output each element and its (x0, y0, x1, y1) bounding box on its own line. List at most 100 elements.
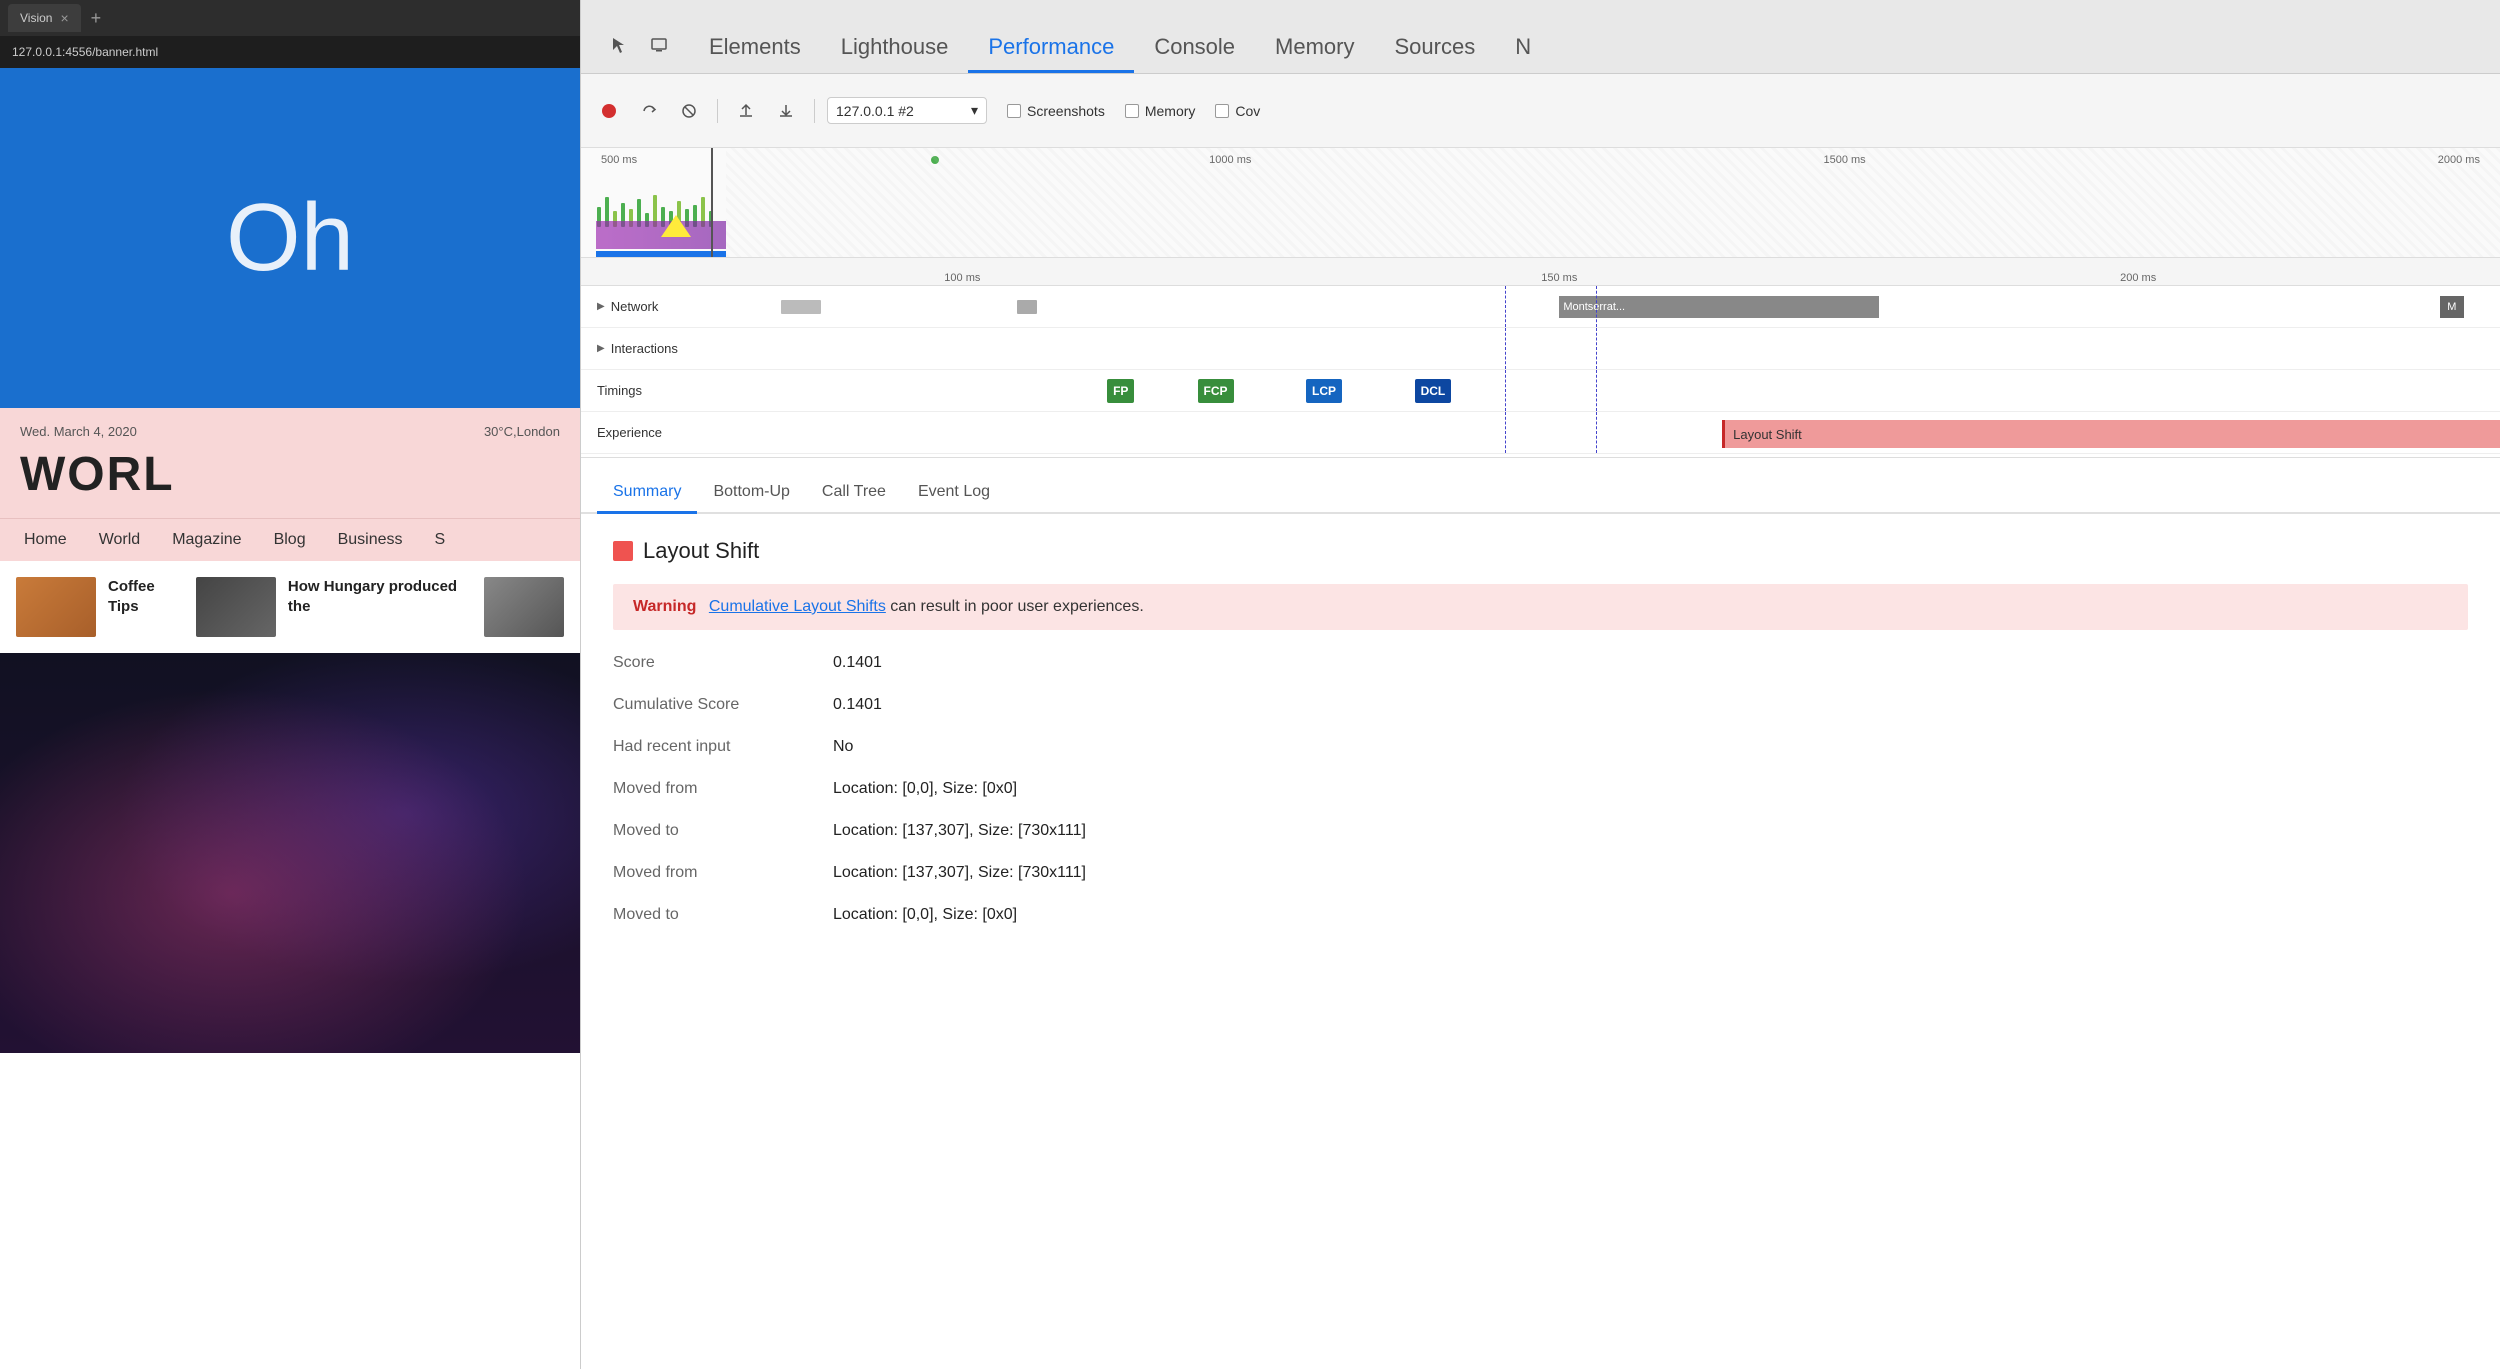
memory-checkbox[interactable] (1125, 104, 1139, 118)
news-date: Wed. March 4, 2020 (20, 424, 137, 439)
browser-tab[interactable]: Vision × (8, 4, 81, 32)
coverage-checkbox[interactable] (1215, 104, 1229, 118)
dashed-line-7 (1505, 412, 1506, 453)
hero-text: Oh (226, 183, 354, 293)
dashed-line-6 (1596, 370, 1597, 411)
devtools-tab-bar: Elements Lighthouse Performance Console … (581, 0, 2500, 74)
profile-label: 127.0.0.1 #2 (836, 103, 914, 119)
tab-event-log[interactable]: Event Log (902, 475, 1006, 514)
moved-to-2-value: Location: [0,0], Size: [0x0] (833, 906, 1017, 924)
warning-banner: Warning Cumulative Layout Shifts can res… (613, 584, 2468, 630)
screenshots-checkbox[interactable] (1007, 104, 1021, 118)
address-text: 127.0.0.1:4556/banner.html (12, 45, 158, 59)
interactions-chevron[interactable]: ▶ (597, 343, 605, 354)
warning-link[interactable]: Cumulative Layout Shifts (709, 598, 886, 615)
tab-call-tree[interactable]: Call Tree (806, 475, 902, 514)
nav-home[interactable]: Home (24, 531, 67, 549)
score-value: 0.1401 (833, 654, 882, 672)
memory-option[interactable]: Memory (1125, 103, 1196, 119)
tab-sources[interactable]: Sources (1375, 26, 1496, 73)
hero-section: Oh (0, 68, 580, 408)
selection-bar (596, 251, 726, 257)
coverage-option[interactable]: Cov (1215, 103, 1260, 119)
cumulative-score-row: Cumulative Score 0.1401 (613, 696, 2468, 714)
cumulative-score-value: 0.1401 (833, 696, 882, 714)
profile-selector[interactable]: 127.0.0.1 #2 ▾ (827, 97, 987, 124)
address-bar: 127.0.0.1:4556/banner.html (0, 36, 580, 68)
section-gap-2 (613, 730, 2468, 738)
moved-from-1-row: Moved from Location: [0,0], Size: [0x0] (613, 780, 2468, 798)
news-headline: WORL (20, 447, 560, 502)
dashed-line-2 (1596, 286, 1597, 327)
article-title-1: Coffee Tips (108, 577, 180, 616)
tab-lighthouse[interactable]: Lighthouse (821, 26, 969, 73)
article-thumb-2 (196, 577, 276, 637)
timings-row-label: Timings (581, 383, 691, 398)
dashed-line-8 (1596, 412, 1597, 453)
moved-to-2-row: Moved to Location: [0,0], Size: [0x0] (613, 906, 2468, 924)
minimap: 500 ms 1000 ms 1500 ms 2000 ms (581, 148, 2500, 257)
tab-n[interactable]: N (1495, 26, 1551, 73)
tab-performance[interactable]: Performance (968, 26, 1134, 73)
screenshots-option[interactable]: Screenshots (1007, 103, 1105, 119)
layout-shift-icon (613, 541, 633, 561)
timeline-row-experience: Experience Layout Shift (581, 412, 2500, 454)
moved-from-1-value: Location: [0,0], Size: [0x0] (833, 780, 1017, 798)
new-tab-icon[interactable]: + (85, 8, 108, 29)
upload-button[interactable] (730, 95, 762, 127)
nav-magazine[interactable]: Magazine (172, 531, 241, 549)
timings-track: FP FCP LCP DCL (691, 370, 2500, 411)
article-card-3 (484, 577, 564, 637)
device-icon[interactable] (641, 27, 677, 63)
refresh-button[interactable] (633, 95, 665, 127)
recent-input-value: No (833, 738, 853, 756)
tab-console[interactable]: Console (1134, 26, 1255, 73)
browser-content: Vision × + 127.0.0.1:4556/banner.html Oh… (0, 0, 580, 1369)
article-card-1: Coffee Tips (16, 577, 180, 637)
bottom-image (0, 653, 580, 1053)
tab-memory[interactable]: Memory (1255, 26, 1374, 73)
download-button[interactable] (770, 95, 802, 127)
analysis-content: Layout Shift Warning Cumulative Layout S… (581, 514, 2500, 1369)
timeline-row-network: ▶ Network Montserrat... M (581, 286, 2500, 328)
cursor-icon[interactable] (601, 27, 637, 63)
nav-more[interactable]: S (435, 531, 446, 549)
section-gap-6 (613, 898, 2468, 906)
nav-world[interactable]: World (99, 531, 141, 549)
moved-to-1-label: Moved to (613, 822, 833, 840)
ruler-100ms: 100 ms (944, 272, 980, 284)
interactions-row-label: ▶ Interactions (581, 341, 691, 356)
moved-to-1-row: Moved to Location: [137,307], Size: [730… (613, 822, 2468, 840)
dashed-line-4 (1596, 328, 1597, 369)
nav-business[interactable]: Business (338, 531, 403, 549)
layout-shift-bar: Layout Shift (1722, 420, 2500, 448)
layout-shift-title: Layout Shift (643, 538, 759, 564)
moved-from-2-label: Moved from (613, 864, 833, 882)
tab-summary[interactable]: Summary (597, 475, 697, 514)
tab-elements[interactable]: Elements (689, 26, 821, 73)
recent-input-row: Had recent input No (613, 738, 2468, 756)
tab-bottom-up[interactable]: Bottom-Up (697, 475, 805, 514)
moved-to-1-value: Location: [137,307], Size: [730x111] (833, 822, 1086, 840)
analysis-tabs: Summary Bottom-Up Call Tree Event Log (581, 458, 2500, 514)
toolbar-separator-1 (717, 99, 718, 123)
article-card-2: How Hungary produced the (196, 577, 468, 637)
dashed-line-3 (1505, 328, 1506, 369)
devtools-icons (589, 27, 689, 73)
network-track: Montserrat... M (691, 286, 2500, 327)
article-title-2: How Hungary produced the (288, 577, 468, 616)
section-gap-1 (613, 688, 2468, 696)
experience-track: Layout Shift (691, 412, 2500, 453)
network-chevron[interactable]: ▶ (597, 301, 605, 312)
nav-bar: Home World Magazine Blog Business S (0, 518, 580, 561)
news-section: Wed. March 4, 2020 30°C,London WORL (0, 408, 580, 518)
moved-from-1-label: Moved from (613, 780, 833, 798)
nav-blog[interactable]: Blog (274, 531, 306, 549)
timeline-overview[interactable]: 500 ms 1000 ms 1500 ms 2000 ms (581, 148, 2500, 258)
clear-button[interactable] (673, 95, 705, 127)
devtools-panel: Elements Lighthouse Performance Console … (580, 0, 2500, 1369)
tab-close-icon[interactable]: × (60, 10, 68, 26)
record-button[interactable] (593, 95, 625, 127)
interactions-track (691, 328, 2500, 369)
ruler-150ms: 150 ms (1541, 272, 1577, 284)
